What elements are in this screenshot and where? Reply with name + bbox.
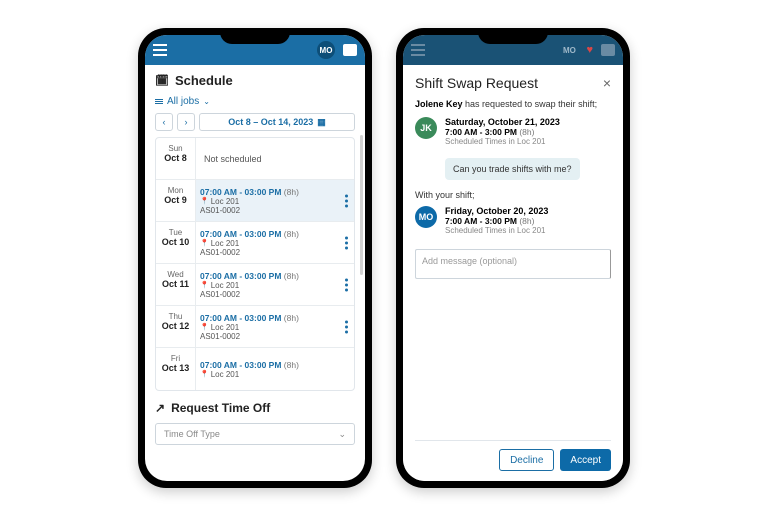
- notification-icon: ♥: [586, 44, 593, 56]
- scrollbar[interactable]: [360, 135, 363, 275]
- with-label: With your shift;: [415, 190, 611, 200]
- day-row[interactable]: FriOct 13 07:00 AM - 03:00 PM (8h) 📍Loc …: [156, 348, 354, 390]
- calendar-icon: 🗓: [155, 74, 169, 87]
- menu-icon[interactable]: [153, 44, 167, 56]
- pin-icon: 📍: [200, 370, 209, 378]
- week-picker[interactable]: Oct 8 – Oct 14, 2023 ▦: [199, 113, 355, 131]
- kebab-icon[interactable]: [345, 320, 348, 333]
- day-row[interactable]: ThuOct 12 07:00 AM - 03:00 PM (8h) 📍Loc …: [156, 306, 354, 348]
- time-off-type-select[interactable]: Time Off Type ⌄: [155, 423, 355, 445]
- page-title: 🗓 Schedule: [155, 73, 355, 88]
- job-filter[interactable]: All jobs ⌄: [155, 96, 355, 107]
- prev-week-button[interactable]: ‹: [155, 113, 173, 131]
- their-shift: JK Saturday, October 21, 2023 7:00 AM - …: [415, 117, 611, 146]
- chevron-down-icon: ⌄: [338, 429, 346, 440]
- rto-title: ↗ Request Time Off: [155, 401, 355, 415]
- swap-message: Can you trade shifts with me?: [445, 158, 580, 180]
- pin-icon: 📍: [200, 281, 209, 289]
- pin-icon: 📍: [200, 239, 209, 247]
- pin-icon: 📍: [200, 323, 209, 331]
- chat-icon[interactable]: [343, 44, 357, 56]
- app-bar: MO: [145, 35, 365, 65]
- accept-button[interactable]: Accept: [560, 449, 611, 471]
- arrow-icon: ↗: [155, 401, 165, 415]
- close-icon[interactable]: ×: [603, 75, 611, 91]
- app-bar: MO ♥: [403, 35, 623, 65]
- chat-icon: [601, 44, 615, 56]
- next-week-button[interactable]: ›: [177, 113, 195, 131]
- phone-swap-request: MO ♥ Shift Swap Request × Jolene Key has…: [396, 28, 630, 488]
- avatar-mo: MO: [415, 206, 437, 228]
- list-icon: [155, 99, 163, 104]
- day-row[interactable]: SunOct 8 Not scheduled: [156, 138, 354, 180]
- day-row[interactable]: WedOct 11 07:00 AM - 03:00 PM (8h) 📍Loc …: [156, 264, 354, 306]
- menu-icon: [411, 44, 425, 56]
- avatar: MO: [560, 41, 578, 59]
- your-shift: MO Friday, October 20, 2023 7:00 AM - 3:…: [415, 206, 611, 235]
- decline-button[interactable]: Decline: [499, 449, 554, 471]
- kebab-icon[interactable]: [345, 194, 348, 207]
- not-scheduled-label: Not scheduled: [196, 138, 354, 179]
- kebab-icon[interactable]: [345, 236, 348, 249]
- day-row[interactable]: MonOct 9 07:00 AM - 03:00 PM (8h) 📍Loc 2…: [156, 180, 354, 222]
- modal-title: Shift Swap Request: [415, 75, 538, 91]
- phone-schedule: MO 🗓 Schedule All jobs ⌄ ‹ ›: [138, 28, 372, 488]
- request-line: Jolene Key has requested to swap their s…: [415, 99, 611, 109]
- avatar[interactable]: MO: [317, 41, 335, 59]
- day-row[interactable]: TueOct 10 07:00 AM - 03:00 PM (8h) 📍Loc …: [156, 222, 354, 264]
- kebab-icon[interactable]: [345, 278, 348, 291]
- calendar-icon: ▦: [317, 117, 326, 128]
- chevron-down-icon: ⌄: [203, 97, 210, 106]
- message-input[interactable]: Add message (optional): [415, 249, 611, 279]
- avatar-jk: JK: [415, 117, 437, 139]
- pin-icon: 📍: [200, 197, 209, 205]
- schedule-list: SunOct 8 Not scheduled MonOct 9 07:00 AM…: [155, 137, 355, 391]
